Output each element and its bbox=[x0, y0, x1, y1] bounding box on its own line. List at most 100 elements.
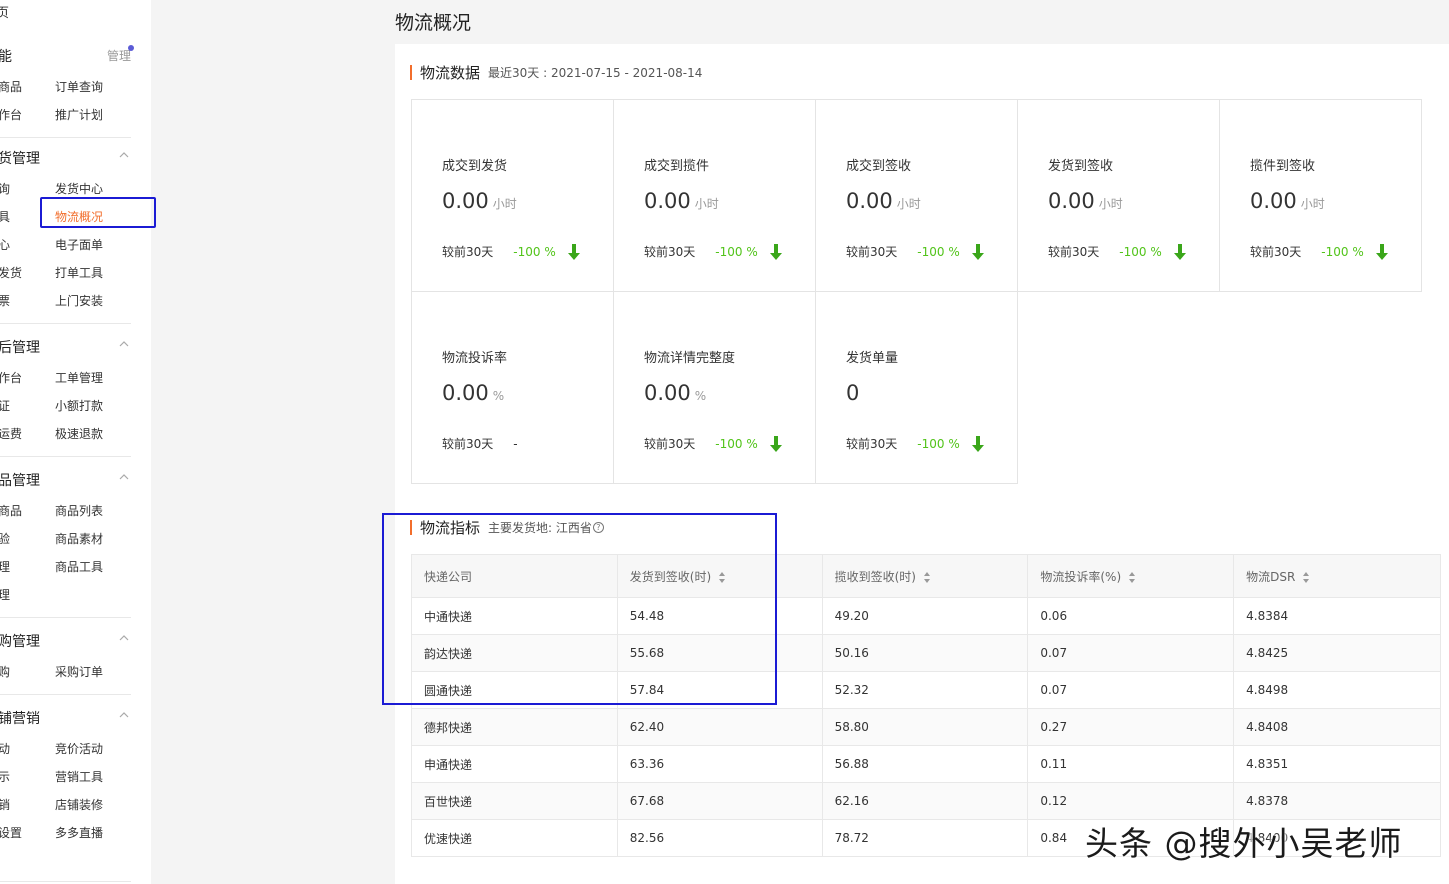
sidebar-menu-item[interactable]: 采购订单 bbox=[55, 663, 103, 680]
sidebar-section-title[interactable]: 购管理 bbox=[0, 631, 40, 651]
sidebar-menu-item[interactable]: 发货 bbox=[0, 264, 22, 281]
sidebar-menu-item[interactable]: 具 bbox=[0, 208, 10, 225]
metric-change: -100 % bbox=[1119, 244, 1162, 259]
compare-label: 较前30天 bbox=[846, 437, 898, 451]
chevron-up-icon[interactable] bbox=[119, 150, 129, 160]
annotation-box-table bbox=[382, 513, 777, 705]
sidebar-section-title[interactable]: 后管理 bbox=[0, 337, 40, 357]
sidebar-divider bbox=[0, 694, 131, 695]
metric-card: 物流详情完整度 0.00% 较前30天 -100 % bbox=[613, 291, 816, 484]
sidebar-home-link[interactable]: 页 bbox=[0, 2, 9, 21]
sidebar-menu-item[interactable]: 示 bbox=[0, 768, 10, 785]
metric-unit: 小时 bbox=[896, 197, 921, 211]
sidebar-menu-item[interactable]: 商品列表 bbox=[55, 502, 103, 519]
table-cell: 0.27 bbox=[1027, 708, 1235, 746]
compare-label: 较前30天 bbox=[442, 437, 494, 451]
sidebar-section-title[interactable]: 能 bbox=[0, 46, 12, 66]
sidebar-menu-item[interactable]: 营销工具 bbox=[55, 768, 103, 785]
sidebar-menu-item[interactable]: 极速退款 bbox=[55, 425, 103, 442]
table-cell: 优速快递 bbox=[411, 819, 618, 857]
table-cell: 62.40 bbox=[616, 708, 823, 746]
metric-change: -100 % bbox=[917, 436, 960, 451]
sidebar-menu-item[interactable]: 理 bbox=[0, 586, 10, 603]
sidebar-menu-item[interactable]: 作台 bbox=[0, 106, 22, 123]
sidebar-menu-item[interactable]: 设置 bbox=[0, 824, 22, 841]
sidebar-menu-item[interactable]: 销 bbox=[0, 796, 10, 813]
sidebar-section-title[interactable]: 品管理 bbox=[0, 470, 40, 490]
sidebar-menu-item[interactable]: 工单管理 bbox=[55, 369, 103, 386]
metric-label: 物流详情完整度 bbox=[644, 351, 736, 366]
sidebar-divider bbox=[0, 617, 131, 618]
sidebar-menu-item[interactable]: 上门安装 bbox=[55, 292, 103, 309]
sidebar-menu-item[interactable]: 小额打款 bbox=[55, 397, 103, 414]
arrow-down-icon bbox=[567, 243, 580, 260]
metric-label: 成交到揽件 bbox=[644, 159, 710, 174]
sidebar-menu-item[interactable]: 心 bbox=[0, 236, 10, 253]
sidebar-menu-item[interactable]: 商品工具 bbox=[55, 558, 103, 575]
column-header[interactable]: 物流DSR bbox=[1233, 554, 1441, 598]
chevron-up-icon[interactable] bbox=[119, 472, 129, 482]
column-header[interactable]: 揽收到签收(时) bbox=[821, 554, 1029, 598]
sidebar-menu-item[interactable]: 商品 bbox=[0, 502, 22, 519]
column-header[interactable]: 物流投诉率(%) bbox=[1027, 554, 1235, 598]
table-cell: 0.06 bbox=[1027, 597, 1235, 635]
metric-label: 发货到签收 bbox=[1048, 159, 1114, 174]
sidebar-menu-item[interactable]: 询 bbox=[0, 180, 10, 197]
sort-icon[interactable] bbox=[1303, 571, 1310, 583]
sidebar-menu-item[interactable]: 竞价活动 bbox=[55, 740, 103, 757]
sidebar-menu-item[interactable]: 订单查询 bbox=[55, 78, 103, 95]
compare-label: 较前30天 bbox=[644, 245, 696, 259]
table-cell: 49.20 bbox=[821, 597, 1029, 635]
chevron-up-icon[interactable] bbox=[119, 633, 129, 643]
table-cell: 申通快递 bbox=[411, 745, 618, 783]
sidebar-menu-item[interactable]: 商品 bbox=[0, 78, 22, 95]
chevron-up-icon[interactable] bbox=[119, 339, 129, 349]
sidebar-manage-link[interactable]: 管理 bbox=[107, 47, 131, 64]
metric-value: 0.00 小时 bbox=[846, 189, 921, 213]
sidebar-menu-item[interactable]: 作台 bbox=[0, 369, 22, 386]
table-cell: 0.12 bbox=[1027, 782, 1235, 820]
section-accent-bar bbox=[410, 65, 412, 80]
sidebar-menu-item[interactable]: 发货中心 bbox=[55, 180, 103, 197]
sidebar-menu-item[interactable]: 验 bbox=[0, 530, 10, 547]
sidebar-section-title[interactable]: 货管理 bbox=[0, 148, 40, 168]
table-cell: 56.88 bbox=[821, 745, 1029, 783]
sidebar-menu-item[interactable]: 电子面单 bbox=[55, 236, 103, 253]
sidebar-menu-item[interactable]: 理 bbox=[0, 558, 10, 575]
sort-icon[interactable] bbox=[1129, 571, 1136, 583]
metric-label: 成交到签收 bbox=[846, 159, 912, 174]
sidebar-menu-item[interactable]: 动 bbox=[0, 740, 10, 757]
metric-unit: 小时 bbox=[1300, 197, 1325, 211]
metric-number: 0.00 bbox=[644, 381, 691, 405]
compare-label: 较前30天 bbox=[1250, 245, 1302, 259]
sidebar-menu-item[interactable]: 运费 bbox=[0, 425, 22, 442]
compare-label: 较前30天 bbox=[442, 245, 494, 259]
table-cell: 4.8498 bbox=[1233, 671, 1441, 709]
metric-compare: 较前30天 -100 % bbox=[846, 435, 984, 452]
sort-icon[interactable] bbox=[923, 571, 930, 583]
sidebar-menu-item[interactable]: 店铺装修 bbox=[55, 796, 103, 813]
sidebar-divider bbox=[0, 137, 131, 138]
table-cell: 62.16 bbox=[821, 782, 1029, 820]
date-range: 最近30天 : 2021-07-15 - 2021-08-14 bbox=[488, 66, 703, 80]
chevron-up-icon[interactable] bbox=[119, 710, 129, 720]
sidebar-menu-item[interactable]: 多多直播 bbox=[55, 824, 103, 841]
metric-value: 0 bbox=[846, 381, 863, 405]
metric-label: 发货单量 bbox=[846, 351, 899, 366]
column-header-label: 物流DSR bbox=[1246, 569, 1296, 584]
sidebar-menu-item[interactable]: 证 bbox=[0, 397, 10, 414]
table-cell: 0.07 bbox=[1027, 671, 1235, 709]
sidebar-menu-item[interactable]: 打单工具 bbox=[55, 264, 103, 281]
metric-number: 0.00 bbox=[1048, 189, 1095, 213]
metric-change: - bbox=[513, 436, 518, 451]
metric-card: 发货到签收 0.00 小时 较前30天 -100 % bbox=[1017, 99, 1220, 292]
sidebar-divider bbox=[0, 456, 131, 457]
sidebar-menu-item[interactable]: 购 bbox=[0, 663, 10, 680]
sidebar-section-title[interactable]: 铺营销 bbox=[0, 708, 40, 728]
sidebar-menu-item[interactable]: 票 bbox=[0, 292, 10, 309]
table-cell: 52.32 bbox=[821, 671, 1029, 709]
metric-compare: 较前30天 -100 % bbox=[644, 243, 782, 260]
sidebar-menu-item[interactable]: 商品素材 bbox=[55, 530, 103, 547]
metric-label: 揽件到签收 bbox=[1250, 159, 1316, 174]
sidebar-menu-item[interactable]: 推广计划 bbox=[55, 106, 103, 123]
